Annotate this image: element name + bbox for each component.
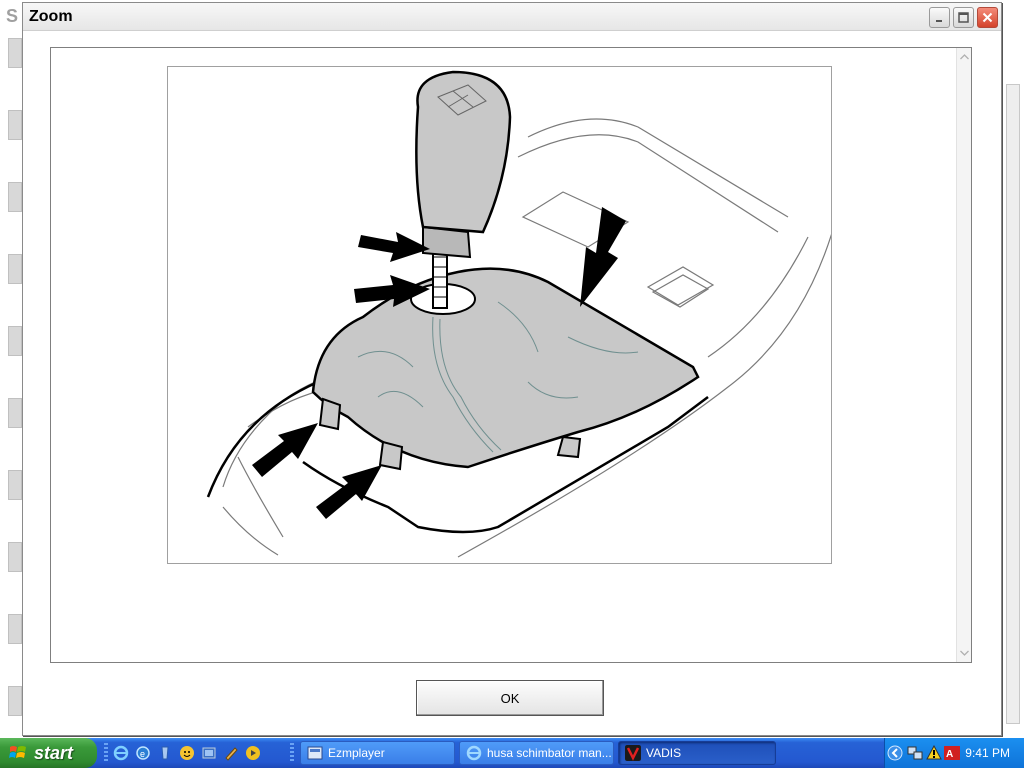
ie-alt-icon[interactable]: e (134, 744, 152, 762)
background-sidebar (0, 34, 22, 734)
close-icon (982, 12, 993, 23)
close-button[interactable] (977, 7, 998, 28)
minimize-icon (936, 20, 942, 22)
vadis-icon (625, 745, 641, 761)
antivirus-icon[interactable]: A (944, 745, 960, 761)
svg-text:e: e (140, 749, 145, 759)
background-cell (8, 110, 22, 140)
background-window-title: S (6, 6, 19, 26)
windows-logo-icon (9, 746, 26, 758)
dialog-titlebar[interactable]: Zoom (23, 3, 1001, 31)
ok-button[interactable]: OK (416, 680, 604, 716)
boot-tab (318, 397, 342, 431)
maximize-button[interactable] (953, 7, 974, 28)
internet-explorer-icon (466, 745, 482, 761)
task-button-browser[interactable]: husa schimbator man... (459, 741, 614, 765)
svg-text:A: A (946, 749, 953, 760)
paint-icon[interactable] (222, 744, 240, 762)
scroll-up-button[interactable] (958, 50, 971, 64)
task-button-ezmplayer[interactable]: Ezmplayer (300, 741, 455, 765)
arrow-icon (358, 232, 430, 262)
ezmplayer-icon (307, 746, 323, 760)
taskbar: start e Ezmplayer husa schimbator man...… (0, 738, 1024, 768)
zoom-dialog: Zoom OK (22, 2, 1002, 736)
background-cell (8, 686, 22, 716)
player-icon[interactable] (244, 744, 262, 762)
task-label: Ezmplayer (328, 746, 385, 760)
task-button-vadis[interactable]: VADIS (618, 741, 776, 765)
background-cell (8, 326, 22, 356)
image-vertical-scrollbar[interactable] (956, 48, 971, 662)
chevron-left-icon[interactable] (887, 745, 903, 761)
start-button[interactable]: start (0, 738, 97, 768)
background-cell (8, 614, 22, 644)
gear-shifter-boot-illustration (167, 66, 839, 564)
taskbar-grip[interactable] (290, 743, 294, 763)
chevron-up-icon (960, 54, 969, 60)
boot-tab (378, 440, 404, 471)
internet-explorer-icon[interactable] (112, 744, 130, 762)
background-cell (8, 470, 22, 500)
system-tray: A 9:41 PM (884, 738, 1024, 768)
task-label: VADIS (646, 746, 682, 760)
task-label: husa schimbator man... (487, 746, 612, 760)
messenger-icon[interactable] (178, 744, 196, 762)
background-cell (8, 254, 22, 284)
background-cell (8, 542, 22, 572)
chevron-down-icon (960, 650, 969, 656)
arrow-icon (252, 423, 318, 477)
media-player-icon[interactable] (200, 744, 218, 762)
image-area (51, 48, 957, 662)
quick-launch-bar: e (112, 744, 262, 764)
start-label: start (34, 742, 74, 763)
background-scrollbar[interactable] (1006, 84, 1020, 724)
background-cell (8, 398, 22, 428)
network-icon[interactable] (907, 745, 923, 761)
background-cell (8, 38, 22, 68)
taskbar-grip[interactable] (104, 743, 108, 763)
clock: 9:41 PM (965, 746, 1010, 760)
gear-knob (415, 70, 512, 234)
maximize-icon (958, 12, 969, 23)
dialog-title: Zoom (29, 8, 73, 25)
scroll-down-button[interactable] (958, 646, 971, 660)
minimize-button[interactable] (929, 7, 950, 28)
arrow-icon (316, 465, 382, 519)
background-cell (8, 182, 22, 212)
image-viewport (50, 47, 972, 663)
media-icon[interactable] (156, 744, 174, 762)
shifter-diagram (206, 70, 839, 558)
boot-tab (556, 435, 582, 459)
warning-icon[interactable] (926, 745, 942, 761)
arrow-icon (580, 207, 626, 307)
